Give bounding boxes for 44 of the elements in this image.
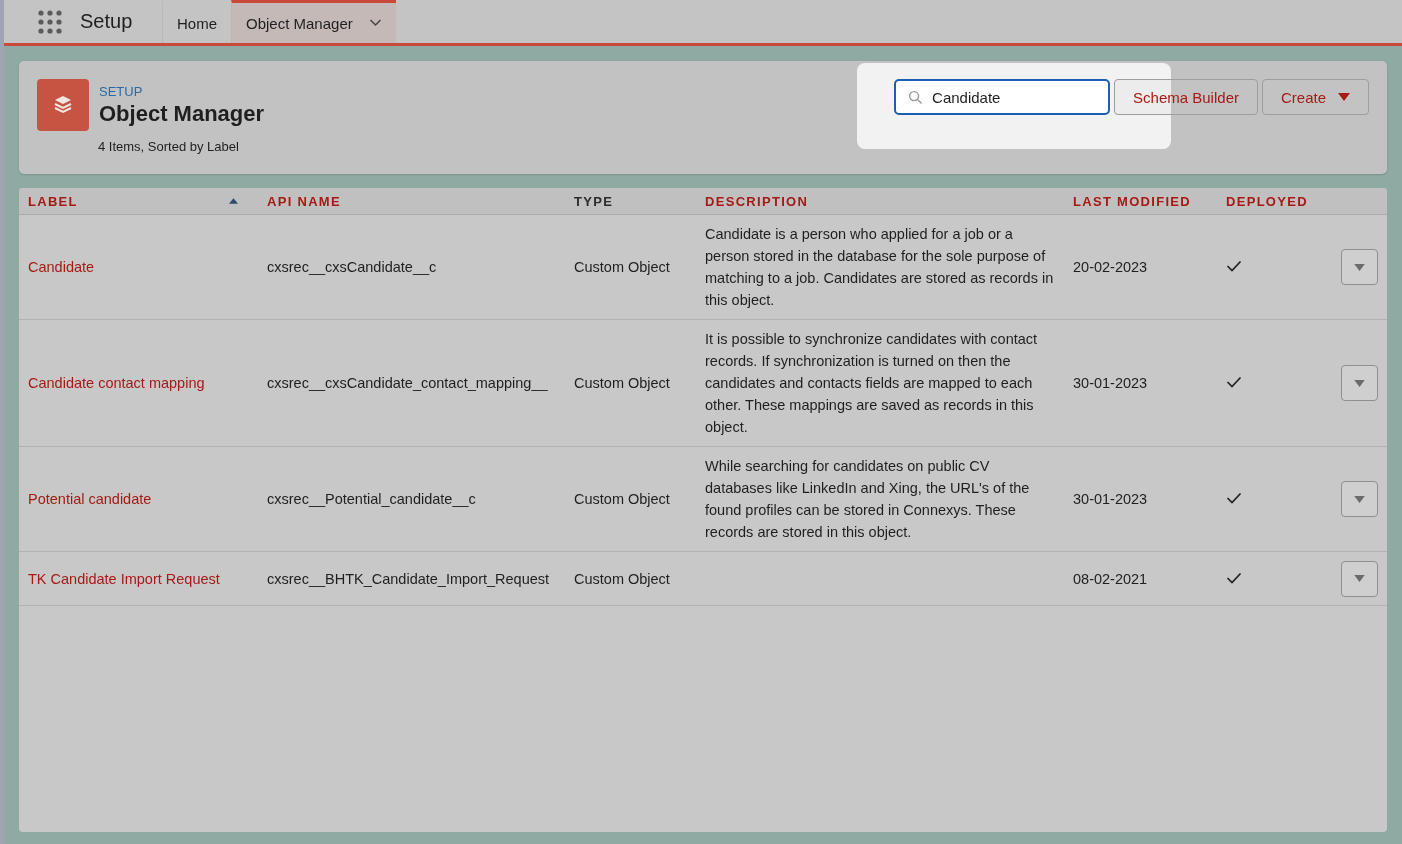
nav-tab[interactable]: Object Manager [231, 0, 396, 43]
row-actions-button[interactable] [1341, 365, 1378, 401]
type-cell: Custom Object [574, 570, 670, 587]
description-cell-text: Candidate is a person who applied for a job or a person stored in the database for the sole purpose of matching to a job. Candidates are stored as records in this object. [705, 225, 1055, 310]
type-cell: Custom Object [574, 259, 670, 275]
description-cell-text: While searching for candidates on public CV databases like LinkedIn and Xing, the URL's of the found profiles can be stored in Connexys. These records are stored in this object. [705, 457, 1031, 542]
object-link[interactable]: TK Candidate Import Request [28, 570, 220, 587]
api-name-cell: cxsrec__cxsCandidate__c [267, 259, 437, 275]
app-title: Setup [80, 10, 134, 33]
description-cell-text: It is possible to synchronize candidates with contact records. If synchronization is turned on then the candidates and contacts fields are mapped to each other. These mappings are saved as records in this object. [705, 330, 1039, 437]
column-header[interactable]: TYPE [574, 194, 614, 209]
api-name-cell: cxsrec__cxsCandidate_contact_mapping__ [267, 375, 548, 391]
type-cell: Custom Object [574, 491, 670, 507]
column-header[interactable]: DESCRIPTION [705, 194, 809, 209]
object-link[interactable]: Potential candidate [28, 491, 152, 507]
date-cell: 30-01-2023 [1073, 375, 1148, 391]
search-field[interactable]: Candidate [894, 79, 1111, 115]
column-header[interactable]: API NAME [267, 194, 341, 209]
caret-icon [1338, 93, 1350, 101]
api-name-cell: cxsrec__BHTK_Candidate_Import_Request [267, 570, 550, 587]
item-count: 4 Items, Sorted by Label [98, 139, 240, 154]
type-cell: Custom Object [574, 375, 670, 391]
column-header[interactable]: LABEL [28, 194, 78, 209]
sort-ascending-icon[interactable] [229, 198, 238, 204]
api-name-cell: cxsrec__Potential_candidate__c [267, 491, 476, 507]
date-cell: 20-02-2023 [1073, 259, 1148, 275]
object-link[interactable]: Candidate [28, 259, 95, 275]
row-actions-button[interactable] [1341, 481, 1378, 517]
row-actions-button[interactable] [1341, 249, 1378, 285]
layers-icon [37, 79, 89, 131]
search-icon [908, 90, 924, 105]
caret-icon [1354, 575, 1365, 582]
page-title: Object Manager [99, 100, 265, 127]
caret-icon [1354, 379, 1365, 387]
caret-icon [1354, 263, 1365, 271]
object-link[interactable]: Candidate contact mapping [28, 375, 205, 391]
app-launcher-icon[interactable] [38, 9, 62, 34]
create-button[interactable]: Create [1261, 79, 1369, 115]
schema-builder-button[interactable]: Schema Builder [1114, 79, 1258, 115]
row-actions-button[interactable] [1341, 560, 1378, 597]
caret-icon [1354, 495, 1365, 503]
date-cell: 30-01-2023 [1073, 491, 1148, 507]
date-cell: 08-02-2021 [1073, 570, 1148, 587]
breadcrumb-label: SETUP [99, 83, 144, 99]
